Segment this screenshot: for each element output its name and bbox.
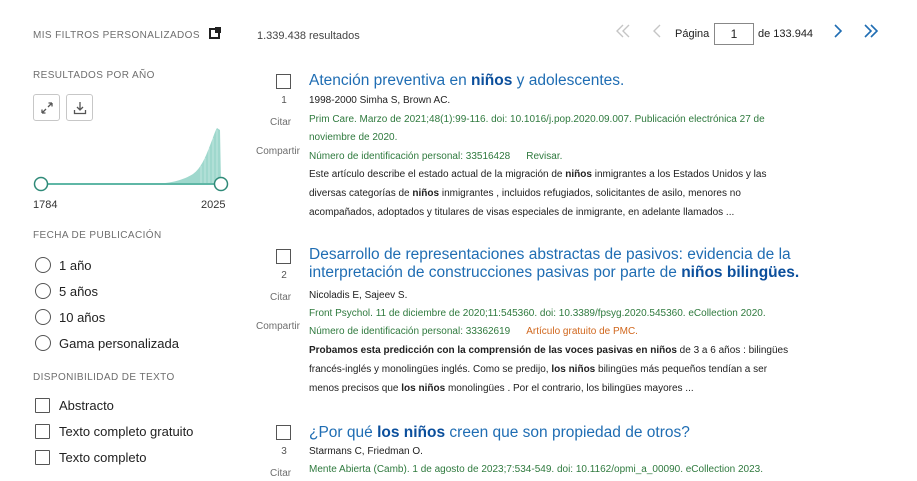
share-button[interactable]: Compartir bbox=[256, 146, 300, 157]
pmid-text: Número de identificación personal: 33516… bbox=[309, 151, 511, 162]
my-filters-label: MIS FILTROS PERSONALIZADOS bbox=[33, 30, 200, 41]
download-button[interactable] bbox=[66, 94, 93, 121]
page-total: de 133.944 bbox=[758, 28, 814, 40]
result-number: 3 bbox=[281, 446, 287, 457]
result-snippet-line: menos precisos que los niños monolingües… bbox=[309, 383, 694, 394]
result-snippet-line: Este artículo describe el estado actual … bbox=[309, 169, 767, 180]
checkbox[interactable] bbox=[35, 450, 50, 465]
expand-button[interactable] bbox=[33, 94, 60, 121]
my-filters-heading[interactable]: MIS FILTROS PERSONALIZADOS bbox=[33, 27, 222, 41]
share-button[interactable]: Compartir bbox=[256, 321, 300, 332]
pmid-text: Número de identificación personal: 33362… bbox=[309, 326, 511, 337]
checkbox[interactable] bbox=[35, 424, 50, 439]
year-end-label: 2025 bbox=[201, 199, 226, 211]
checkbox[interactable] bbox=[35, 398, 50, 413]
result-number: 2 bbox=[281, 270, 287, 281]
page-label: Página bbox=[675, 28, 710, 40]
result-citation: Prim Care. Marzo de 2021;48(1):99-116. d… bbox=[309, 114, 765, 125]
title-text: y adolescentes. bbox=[512, 72, 625, 89]
next-page-button[interactable] bbox=[829, 22, 847, 45]
last-page-button[interactable] bbox=[862, 22, 880, 45]
result-citation: Mente Abierta (Camb). 1 de agosto de 202… bbox=[309, 464, 764, 475]
select-checkbox[interactable] bbox=[276, 425, 291, 440]
title-highlight: los niños bbox=[377, 424, 446, 441]
review-badge: Revisar. bbox=[526, 151, 563, 162]
checkbox-label: Texto completo bbox=[59, 450, 147, 465]
result-pmid: Número de identificación personal: 33516… bbox=[309, 151, 562, 162]
checkbox-free-full-text[interactable]: Texto completo gratuito bbox=[35, 424, 193, 439]
title-text: Atención preventiva en bbox=[309, 72, 471, 89]
radio-label: Gama personalizada bbox=[59, 335, 179, 351]
cite-button[interactable]: Citar bbox=[270, 468, 291, 479]
checkbox-label: Texto completo gratuito bbox=[59, 424, 194, 439]
download-icon bbox=[73, 101, 86, 114]
radio-button[interactable] bbox=[35, 283, 51, 299]
expand-icon bbox=[40, 101, 53, 114]
result-authors: Nicoladis E, Sajeev S. bbox=[309, 290, 408, 301]
result-citation: Front Psychol. 11 de diciembre de 2020;1… bbox=[309, 308, 766, 319]
radio-label: 10 años bbox=[59, 309, 106, 325]
cite-button[interactable]: Citar bbox=[270, 292, 291, 303]
result-title-link[interactable]: ¿Por qué los niños creen que son propied… bbox=[309, 424, 879, 442]
year-range-slider[interactable] bbox=[33, 175, 233, 193]
checkbox-full-text[interactable]: Texto completo bbox=[35, 450, 146, 465]
title-text: Desarrollo de representaciones abstracta… bbox=[309, 246, 791, 263]
title-highlight: niños bilingües. bbox=[681, 264, 800, 281]
double-chevron-right-icon bbox=[864, 24, 879, 38]
title-text: creen que son propiedad de otros? bbox=[445, 424, 690, 441]
select-checkbox[interactable] bbox=[276, 74, 291, 89]
first-page-button[interactable] bbox=[614, 22, 632, 45]
result-title-link[interactable]: Desarrollo de representaciones abstracta… bbox=[309, 246, 879, 282]
text-availability-heading: DISPONIBILIDAD DE TEXTO bbox=[33, 372, 175, 383]
external-link-icon[interactable] bbox=[209, 27, 222, 39]
title-text: interpretación de construcciones pasivas… bbox=[309, 264, 682, 281]
publication-date-heading: FECHA DE PUBLICACIÓN bbox=[33, 230, 162, 241]
checkbox-label: Abstracto bbox=[59, 398, 114, 413]
radio-label: 1 año bbox=[59, 257, 92, 273]
filters-sidebar: MIS FILTROS PERSONALIZADOS RESULTADOS PO… bbox=[0, 0, 245, 481]
prev-page-button[interactable] bbox=[648, 22, 666, 45]
chevron-right-icon bbox=[834, 24, 843, 38]
result-number: 1 bbox=[281, 95, 287, 106]
page-number-input[interactable] bbox=[714, 23, 754, 45]
radio-5-years[interactable]: 5 años bbox=[35, 283, 98, 299]
radio-1-year[interactable]: 1 año bbox=[35, 257, 92, 273]
select-checkbox[interactable] bbox=[276, 249, 291, 264]
result-citation-cont: noviembre de 2020. bbox=[309, 132, 398, 143]
free-pmc-badge: Artículo gratuito de PMC. bbox=[526, 326, 638, 337]
title-highlight: niños bbox=[471, 72, 513, 89]
result-snippet-line: acompañados, adoptados y titulares de vi… bbox=[309, 207, 735, 218]
result-authors: 1998-2000 Simha S, Brown AC. bbox=[309, 95, 451, 106]
radio-custom-range[interactable]: Gama personalizada bbox=[35, 335, 179, 351]
checkbox-abstract[interactable]: Abstracto bbox=[35, 398, 114, 413]
result-authors: Starmans C, Friedman O. bbox=[309, 446, 423, 457]
year-start-label: 1784 bbox=[33, 199, 58, 211]
radio-button[interactable] bbox=[35, 257, 51, 273]
radio-label: 5 años bbox=[59, 283, 99, 299]
double-chevron-left-icon bbox=[616, 24, 630, 38]
results-count: 1.339.438 resultados bbox=[257, 30, 360, 42]
chevron-left-icon bbox=[653, 24, 661, 38]
title-text: ¿Por qué bbox=[309, 424, 378, 441]
result-pmid: Número de identificación personal: 33362… bbox=[309, 326, 638, 337]
cite-button[interactable]: Citar bbox=[270, 117, 291, 128]
radio-button[interactable] bbox=[35, 335, 51, 351]
result-snippet-line: diversas categorías de niños inmigrantes… bbox=[309, 188, 741, 199]
result-title-link[interactable]: Atención preventiva en niños y adolescen… bbox=[309, 72, 879, 90]
result-snippet-line: francés-inglés y monolingües inglés. Com… bbox=[309, 364, 768, 375]
radio-10-years[interactable]: 10 años bbox=[35, 309, 105, 325]
results-by-year-heading: RESULTADOS POR AÑO bbox=[33, 70, 155, 81]
radio-button[interactable] bbox=[35, 309, 51, 325]
result-snippet-line: Probamos esta predicción con la comprens… bbox=[309, 345, 789, 356]
